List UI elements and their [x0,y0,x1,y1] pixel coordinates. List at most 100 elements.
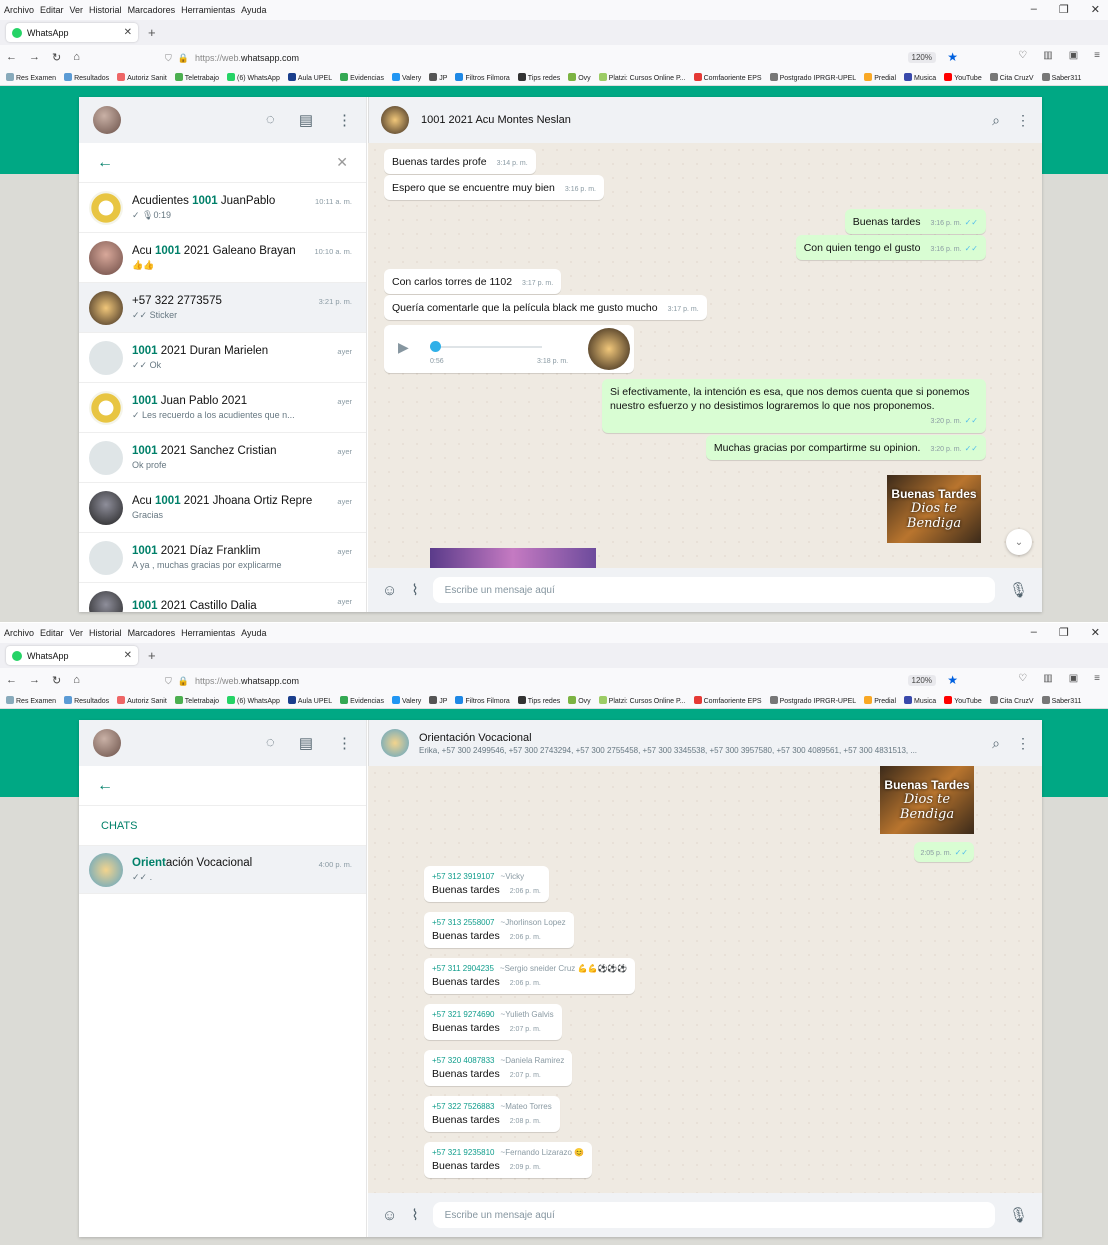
library-icon[interactable]: ▥ [1043,50,1052,61]
profile-avatar[interactable] [93,106,121,134]
menu-historial[interactable]: Historial [89,5,122,15]
new-chat-icon[interactable]: ▤ [299,734,313,752]
minimize-icon[interactable]: – [1031,3,1037,16]
hamburger-menu-icon[interactable]: ≡ [1094,673,1100,684]
bookmark[interactable]: Filtros Filmora [455,73,510,82]
bookmark[interactable]: Filtros Filmora [455,696,510,705]
bookmark[interactable]: Comfaoriente EPS [693,73,762,82]
chat-item[interactable]: 1001 2021 Díaz Franklim A ya , muchas gra… [79,533,366,583]
menu-herramientas[interactable]: Herramientas [181,628,235,638]
bookmark[interactable]: YouTube [944,696,982,705]
bookmark[interactable]: Saber311 [1041,696,1081,705]
bookmark[interactable]: Resultados [64,696,109,705]
microphone-icon[interactable]: 🎙 [1009,1206,1028,1224]
search-icon[interactable]: ⌕ [992,735,1000,752]
bookmark[interactable]: Teletrabajo [174,73,219,82]
chat-item[interactable]: 1001 2021 Duran Marielen ✓✓ Ok ayer [79,333,366,383]
bookmark[interactable]: Evidencias [340,73,384,82]
sticker-image[interactable]: Buenas Tardes Dios te Bendiga [880,766,974,834]
bookmark[interactable]: (6) WhatsApp [227,696,280,705]
profile-avatar[interactable] [93,729,121,757]
menu-archivo[interactable]: Archivo [4,628,34,638]
emoji-icon[interactable]: ☺ [382,1207,397,1224]
menu-ver[interactable]: Ver [70,628,84,638]
bookmark[interactable]: Platzi: Cursos Online P... [598,696,686,705]
message-incoming[interactable]: Quería comentarle que la película black … [384,295,707,321]
message-outgoing[interactable]: Si efectivamente, la intención es esa, q… [602,379,986,433]
voice-message[interactable]: ▶ 0:56 3:18 p. m. [384,325,634,373]
bookmark[interactable]: Res Examen [6,73,56,82]
bookmark[interactable]: YouTube [944,73,982,82]
search-icon[interactable]: ⌕ [992,112,1000,129]
message-incoming[interactable]: Espero que se encuentre muy bien 3:16 p. … [384,175,604,201]
reload-icon[interactable]: ↻ [52,51,61,64]
play-icon[interactable]: ▶ [398,339,409,356]
bookmark[interactable]: (6) WhatsApp [227,73,280,82]
extension-icon[interactable]: ▣ [1069,50,1078,61]
contact-name[interactable]: 1001 2021 Acu Montes Neslan [421,114,571,126]
back-icon[interactable]: ← [6,51,17,64]
minimize-icon[interactable]: – [1031,626,1037,639]
message-incoming[interactable]: Buenas tardes profe 3:14 p. m. [384,149,536,175]
new-chat-icon[interactable]: ▤ [299,111,313,129]
bookmark[interactable]: Valery [391,696,421,705]
group-message[interactable]: +57 313 2558007 ~Jhorlinson Lopez Buenas t… [424,912,574,948]
audio-progress-track[interactable] [430,346,542,348]
bookmark[interactable]: Resultados [64,73,109,82]
bookmark[interactable]: Musica [904,696,936,705]
chat-item[interactable]: 1001 2021 Sanchez Cristian Ok profe ayer [79,433,366,483]
close-window-icon[interactable]: ✕ [1091,626,1100,639]
pocket-icon[interactable]: ♡ [1018,50,1027,61]
attach-icon[interactable]: ⌇ [411,581,418,599]
bookmark[interactable]: JP [429,73,447,82]
bookmark[interactable]: Autoriz Sanit [117,696,167,705]
library-icon[interactable]: ▥ [1043,673,1052,684]
bookmark[interactable]: Ovy [568,696,591,705]
bookmark[interactable]: Postgrado IPRGR-UPEL [769,696,856,705]
bookmark[interactable]: Predial [864,696,896,705]
bookmark[interactable]: Postgrado IPRGR-UPEL [769,73,856,82]
group-message[interactable]: +57 311 2904235 ~Sergio sneider Cruz 💪💪⚽⚽… [424,958,636,994]
message-sender[interactable]: +57 322 7526883 ~Mateo Torres [432,1102,552,1113]
back-arrow-icon[interactable]: ← [97,777,113,795]
chat-item[interactable]: Acu 1001 2021 Galeano Brayan 👍👍 10:10 a. m… [79,233,366,283]
bookmark[interactable]: Evidencias [340,696,384,705]
menu-ayuda[interactable]: Ayuda [241,5,266,15]
message-sender[interactable]: +57 313 2558007 ~Jhorlinson Lopez [432,918,566,929]
bookmark[interactable]: Ovy [568,73,591,82]
new-tab-icon[interactable]: + [148,25,156,40]
bookmark[interactable]: Saber311 [1041,73,1081,82]
message-sender[interactable]: +57 312 3919107 ~Vicky [432,872,541,883]
chat-item[interactable]: Acu 1001 2021 Jhoana Ortiz Repre Gracias a… [79,483,366,533]
sticker-image[interactable]: Buenas Tardes Dios te Bendiga [887,475,981,543]
chat-item-orientacion[interactable]: Orientación Vocacional ✓✓ . 4:00 p. m. [79,846,366,894]
bookmark[interactable]: Teletrabajo [174,696,219,705]
message-outgoing[interactable]: Muchas gracias por compartirme su opinio… [705,435,986,461]
bookmark[interactable]: Res Examen [6,696,56,705]
home-icon[interactable]: ⌂ [73,674,80,687]
group-avatar[interactable] [381,729,409,757]
menu-herramientas[interactable]: Herramientas [181,5,235,15]
image-message[interactable] [430,548,596,568]
audio-progress-knob[interactable] [430,341,441,352]
conversation-header[interactable]: 1001 2021 Acu Montes Neslan ⌕ ⋮ [368,97,1042,143]
message-sender[interactable]: +57 321 9274690 ~Yulieth Galvis [432,1010,554,1021]
bookmark[interactable]: Cita CruzV [989,73,1034,82]
menu-editar[interactable]: Editar [40,628,64,638]
home-icon[interactable]: ⌂ [73,51,80,64]
bookmark[interactable]: Platzi: Cursos Online P... [598,73,686,82]
status-icon[interactable]: ◌ [266,111,275,129]
zoom-level[interactable]: 120% [907,675,936,686]
scroll-down-icon[interactable]: ⌄ [1006,529,1032,555]
message-input[interactable]: Escribe un mensaje aquí [432,1202,995,1228]
menu-marcadores[interactable]: Marcadores [128,5,176,15]
url-bar[interactable]: ⛉ 🔒 https://web.whatsapp.com [165,49,985,67]
group-name[interactable]: Orientación Vocacional [419,732,917,744]
restore-icon[interactable]: ❐ [1059,3,1069,16]
menu-dots-icon[interactable]: ⋮ [1016,112,1030,129]
menu-marcadores[interactable]: Marcadores [128,628,176,638]
restore-icon[interactable]: ❐ [1059,626,1069,639]
back-arrow-icon[interactable]: ← [97,154,113,172]
hamburger-menu-icon[interactable]: ≡ [1094,50,1100,61]
menu-dots-icon[interactable]: ⋮ [337,111,352,129]
